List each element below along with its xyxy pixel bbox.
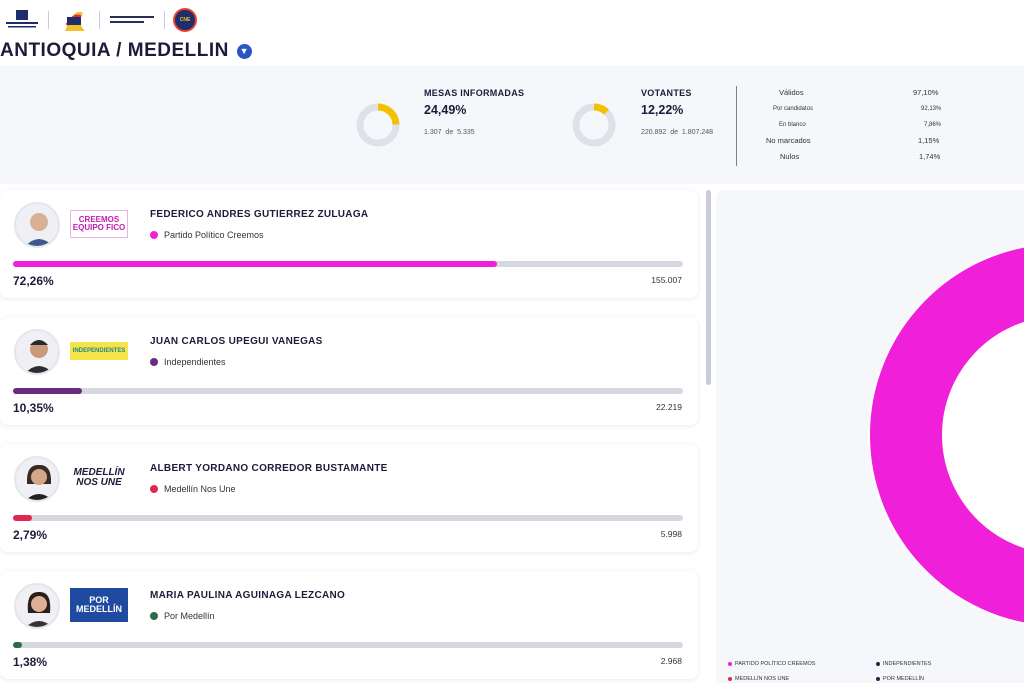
party-color-dot (150, 231, 158, 239)
candidate-votes: 22.219 (656, 402, 682, 412)
breakdown-label-validos: Válidos (779, 88, 804, 97)
legend-item: POR MEDELLÍN (876, 676, 924, 682)
stats-divider (736, 86, 737, 166)
candidate-percentage: 2,79% (13, 528, 48, 542)
candidate-card[interactable]: MEDELLÍN NOS UNE ALBERT YORDANO CORREDOR… (0, 444, 698, 552)
legend-label: POR MEDELLÍN (883, 676, 924, 682)
header-logos: CNE (0, 0, 1024, 40)
candidate-votes: 155.007 (651, 275, 682, 285)
legend-label: PARTIDO POLÍTICO CREEMOS (735, 661, 816, 667)
candidate-name: JUAN CARLOS UPEGUI VANEGAS (150, 336, 323, 347)
chevron-down-icon[interactable]: ▼ (236, 43, 252, 59)
breakdown-value-validos: 97,10% (913, 88, 939, 97)
candidate-avatar (14, 329, 60, 375)
elecciones-logo (57, 3, 91, 37)
party-row: Independientes (150, 357, 226, 367)
vote-bar-track (13, 261, 683, 267)
breakdown-value-no-marcados: 1,15% (918, 136, 940, 145)
legend-item: MEDELLÍN NOS UNE (728, 676, 789, 682)
breakdown-label-por-candidatos: Por candidatos (773, 106, 814, 112)
legend-color-dot (876, 677, 880, 681)
divider (48, 11, 49, 29)
candidate-list: CREEMOS EQUIPO FICO FEDERICO ANDRES GUTI… (0, 190, 700, 683)
candidate-votes: 2.968 (660, 656, 682, 666)
party-name: Por Medellín (164, 611, 215, 621)
breakdown-label-en-blanco: En blanco (779, 122, 806, 128)
vote-bar-track (13, 515, 683, 521)
votantes-label: VOTANTES (641, 88, 692, 98)
votantes-donut (572, 103, 616, 147)
candidate-name: MARIA PAULINA AGUINAGA LEZCANO (150, 590, 346, 601)
results-chart-panel: PARTIDO POLÍTICO CREEMOS INDEPENDIENTES … (716, 190, 1024, 683)
candidate-avatar (14, 583, 60, 629)
candidate-percentage: 10,35% (13, 401, 54, 415)
party-row: Partido Político Creemos (150, 230, 264, 240)
breakdown-label-nulos: Nulos (780, 152, 800, 161)
legend-color-dot (728, 662, 732, 666)
mesas-donut (356, 103, 400, 147)
legend-item: PARTIDO POLÍTICO CREEMOS (728, 661, 815, 667)
page-title: ANTIOQUIA / MEDELLIN ▼ (0, 38, 252, 64)
party-color-dot (150, 612, 158, 620)
stats-panel (0, 66, 1024, 184)
candidate-name: FEDERICO ANDRES GUTIERREZ ZULUAGA (150, 209, 369, 220)
divider (164, 11, 165, 29)
title-text: ANTIOQUIA / MEDELLIN (0, 40, 229, 61)
candidate-votes: 5.998 (660, 529, 682, 539)
party-name: Independientes (164, 357, 226, 367)
vote-bar-fill (13, 642, 23, 648)
candidate-card[interactable]: POR MEDELLÍN MARIA PAULINA AGUINAGA LEZC… (0, 571, 698, 679)
breakdown-label-no-marcados: No marcados (766, 136, 811, 145)
breakdown-value-nulos: 1,74% (919, 152, 941, 161)
legend-color-dot (728, 677, 732, 681)
party-row: Por Medellín (150, 611, 215, 621)
party-name: Partido Político Creemos (164, 230, 264, 240)
legend-label: MEDELLÍN NOS UNE (735, 676, 790, 682)
candidate-name: ALBERT YORDANO CORREDOR BUSTAMANTE (150, 463, 388, 474)
candidate-card[interactable]: CREEMOS EQUIPO FICO FEDERICO ANDRES GUTI… (0, 190, 698, 298)
party-logo: CREEMOS EQUIPO FICO (70, 210, 128, 238)
party-color-dot (150, 358, 158, 366)
breakdown-value-por-candidatos: 92,13% (921, 106, 942, 112)
legend-color-dot (876, 662, 880, 666)
candidate-percentage: 1,38% (13, 655, 48, 669)
vote-bar-fill (13, 388, 83, 394)
candidate-card[interactable]: INDEPENDIENTES JUAN CARLOS UPEGUI VANEGA… (0, 317, 698, 425)
party-name: Medellín Nos Une (164, 484, 236, 494)
vote-bar-track (13, 642, 683, 648)
mesas-count: 1.307 de 5.335 (424, 129, 475, 136)
party-logo: POR MEDELLÍN (70, 588, 128, 622)
legend-item: INDEPENDIENTES (876, 661, 931, 667)
candidate-avatar (14, 456, 60, 502)
party-logo: MEDELLÍN NOS UNE (73, 467, 125, 488)
list-scrollbar[interactable] (706, 190, 711, 385)
registraduria-logo (4, 8, 40, 32)
mesas-percentage: 24,49% (424, 103, 467, 117)
mesas-label: MESAS INFORMADAS (424, 88, 525, 98)
results-donut-chart (868, 245, 1024, 625)
divider (99, 11, 100, 29)
vote-bar-fill (13, 515, 32, 521)
vote-bar-fill (13, 261, 498, 267)
party-color-dot (150, 485, 158, 493)
candidate-avatar (14, 202, 60, 248)
democracia-logo (108, 10, 156, 30)
votantes-count: 220.892 de 1.807.248 (641, 129, 714, 136)
cne-seal-logo: CNE (173, 8, 197, 32)
legend-label: INDEPENDIENTES (883, 661, 932, 667)
vote-bar-track (13, 388, 683, 394)
party-logo: INDEPENDIENTES (70, 342, 128, 360)
party-row: Medellín Nos Une (150, 484, 236, 494)
candidate-percentage: 72,26% (13, 274, 54, 288)
breakdown-value-en-blanco: 7,86% (924, 122, 942, 128)
votantes-percentage: 12,22% (641, 103, 684, 117)
